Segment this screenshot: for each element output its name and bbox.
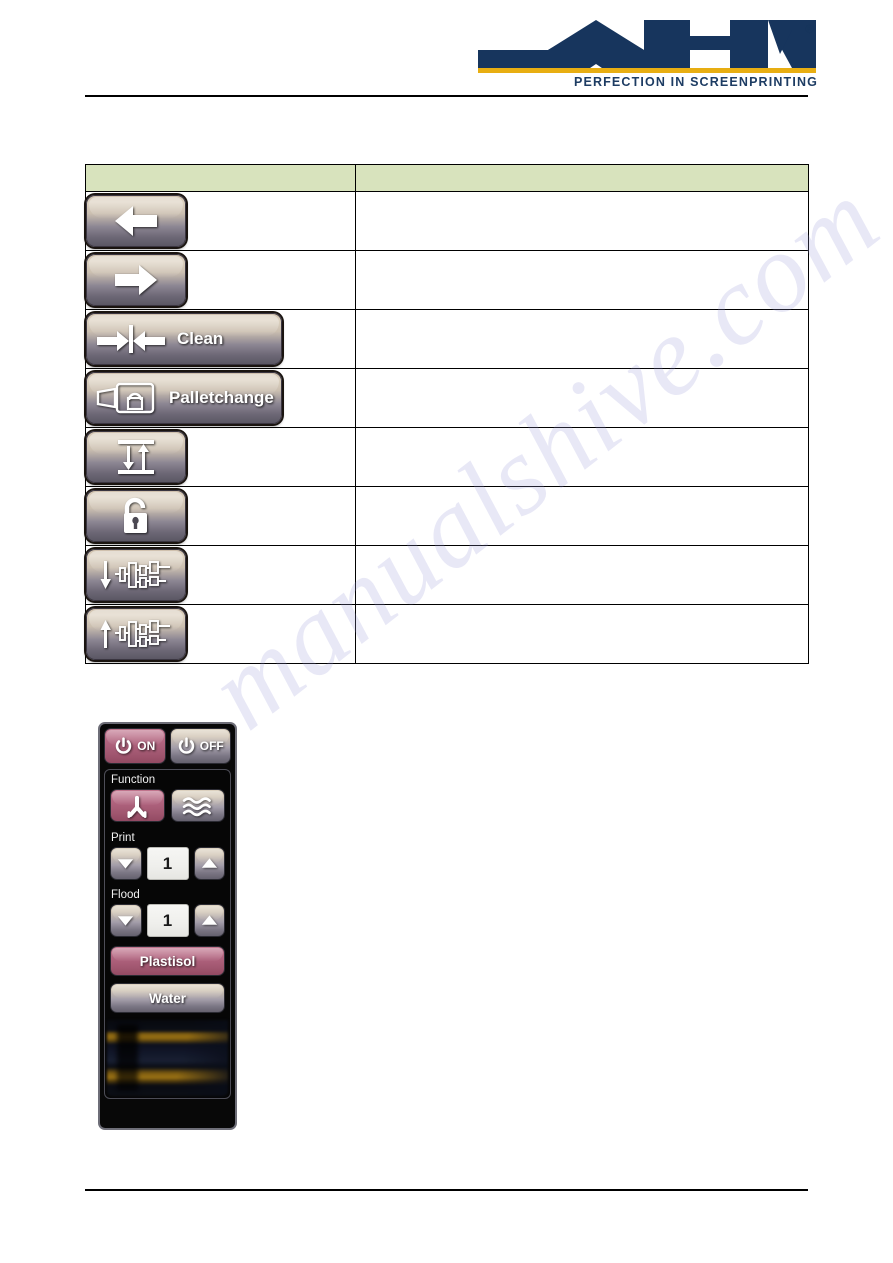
print-section-label: Print bbox=[111, 832, 135, 844]
power-on-label: ON bbox=[137, 739, 156, 753]
print-stepper: 1 bbox=[110, 847, 226, 880]
clean-button-label: Clean bbox=[177, 329, 224, 348]
print-value[interactable]: 1 bbox=[146, 847, 189, 880]
padlock-open-button[interactable] bbox=[86, 490, 186, 542]
table-header-icon bbox=[85, 164, 356, 192]
cell-description bbox=[355, 486, 809, 546]
power-row: ON OFF bbox=[104, 728, 231, 764]
header-rule bbox=[85, 95, 808, 97]
head-up-button[interactable] bbox=[86, 608, 186, 660]
flood-value[interactable]: 1 bbox=[146, 904, 189, 937]
arrow-left-button[interactable] bbox=[86, 195, 186, 247]
palletchange-button-label: Palletchange bbox=[169, 388, 274, 407]
flood-section-label: Flood bbox=[111, 889, 140, 901]
table-header-description bbox=[355, 164, 809, 192]
function-flood-button[interactable] bbox=[170, 789, 225, 822]
button-reference-table: Clean Palletchange bbox=[85, 164, 809, 664]
panel-inner-group: Function Print 1 Flood 1 Plastisol Water bbox=[104, 769, 231, 1099]
wavy-lines-icon bbox=[182, 796, 211, 816]
cell-icon bbox=[85, 545, 356, 605]
function-section-label: Function bbox=[111, 774, 156, 786]
cell-icon bbox=[85, 486, 356, 546]
table-row bbox=[85, 250, 809, 310]
table-row bbox=[85, 545, 809, 605]
cell-description bbox=[355, 427, 809, 487]
logo-accent-bar bbox=[478, 68, 816, 73]
platen-up-down-icon bbox=[113, 438, 159, 476]
mhm-wordmark-icon bbox=[478, 20, 816, 68]
squeegee-icon bbox=[127, 795, 147, 818]
arrow-right-button[interactable] bbox=[86, 254, 186, 306]
pallet-lock-icon bbox=[95, 381, 159, 415]
head-down-button[interactable] bbox=[86, 549, 186, 601]
flood-decrement-button[interactable] bbox=[110, 904, 142, 937]
flood-increment-button[interactable] bbox=[193, 904, 226, 937]
ink-mode-plastisol-label: Plastisol bbox=[139, 953, 196, 969]
panel-background-blur bbox=[107, 1020, 228, 1096]
cell-description bbox=[355, 604, 809, 664]
function-row bbox=[110, 789, 225, 822]
power-on-button[interactable]: ON bbox=[104, 728, 166, 764]
ink-mode-water-button[interactable]: Water bbox=[110, 983, 225, 1013]
arrow-right-icon bbox=[113, 263, 159, 297]
arrow-left-icon bbox=[113, 204, 159, 238]
table-row: Clean bbox=[85, 309, 809, 369]
cell-icon bbox=[85, 604, 356, 664]
cell-description bbox=[355, 250, 809, 310]
cell-icon bbox=[85, 191, 356, 251]
cell-description bbox=[355, 191, 809, 251]
mhm-logo: ® PERFECTION IN SCREENPRINTING bbox=[478, 20, 818, 90]
triangle-up-icon bbox=[201, 915, 217, 925]
print-increment-button[interactable] bbox=[193, 847, 226, 880]
power-off-button[interactable]: OFF bbox=[169, 728, 231, 764]
power-icon bbox=[178, 736, 194, 754]
machine-control-panel: ON OFF Function Print 1 Flood 1 Plastiso… bbox=[98, 722, 237, 1130]
platen-up-down-button[interactable] bbox=[86, 431, 186, 483]
cell-icon: Clean bbox=[85, 309, 356, 369]
cell-description bbox=[355, 309, 809, 369]
ink-mode-plastisol-button[interactable]: Plastisol bbox=[110, 946, 225, 976]
power-off-label: OFF bbox=[199, 739, 224, 753]
print-decrement-button[interactable] bbox=[110, 847, 142, 880]
flood-stepper: 1 bbox=[110, 904, 226, 937]
triangle-down-icon bbox=[118, 916, 134, 926]
mhm-logo-mark: ® bbox=[478, 20, 816, 73]
cell-icon bbox=[85, 427, 356, 487]
triangle-down-icon bbox=[118, 859, 134, 869]
registered-trademark-icon: ® bbox=[805, 22, 814, 36]
padlock-open-icon bbox=[116, 496, 156, 536]
cell-description bbox=[355, 368, 809, 428]
head-up-icon bbox=[98, 616, 174, 652]
table-row bbox=[85, 191, 809, 251]
cell-description bbox=[355, 545, 809, 605]
page-header: ® PERFECTION IN SCREENPRINTING bbox=[0, 0, 893, 100]
clean-arrows-icon bbox=[95, 322, 167, 356]
palletchange-button[interactable]: Palletchange bbox=[86, 372, 282, 424]
power-icon bbox=[116, 736, 132, 754]
cell-icon bbox=[85, 250, 356, 310]
function-squeegee-button[interactable] bbox=[110, 789, 165, 822]
clean-button[interactable]: Clean bbox=[86, 313, 282, 365]
triangle-up-icon bbox=[201, 858, 217, 868]
table-row bbox=[85, 427, 809, 487]
footer-rule bbox=[85, 1189, 808, 1191]
logo-tagline: PERFECTION IN SCREENPRINTING bbox=[573, 75, 818, 89]
head-down-icon bbox=[98, 557, 174, 593]
table-row: Palletchange bbox=[85, 368, 809, 428]
table-header-row bbox=[85, 164, 809, 192]
table-row bbox=[85, 486, 809, 546]
ink-mode-water-label: Water bbox=[148, 990, 186, 1006]
table-row bbox=[85, 604, 809, 664]
cell-icon: Palletchange bbox=[85, 368, 356, 428]
